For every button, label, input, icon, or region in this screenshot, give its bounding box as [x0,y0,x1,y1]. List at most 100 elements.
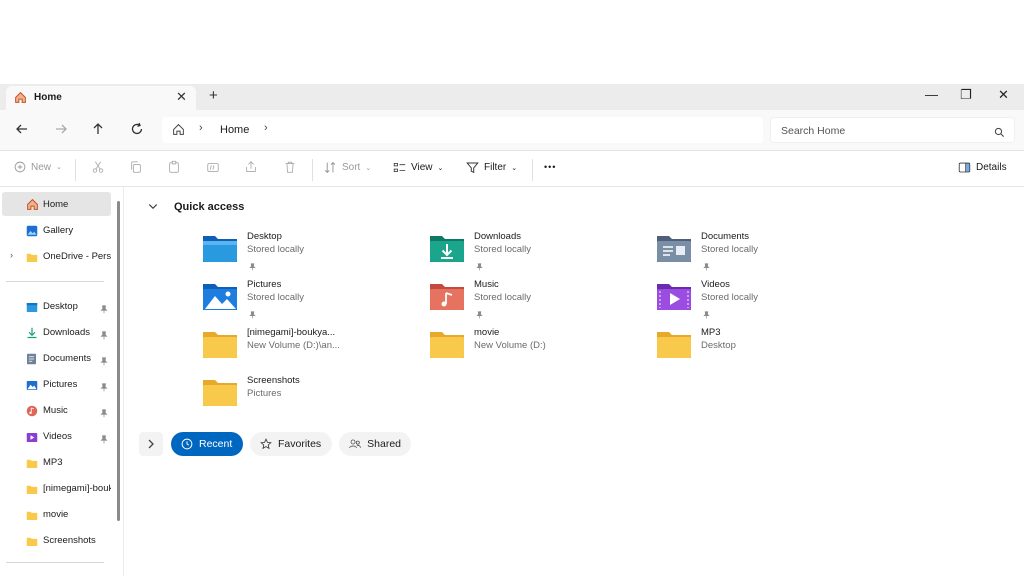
up-arrow-icon[interactable] [90,121,106,137]
documents-folder-icon [657,236,691,262]
quick-access-documents[interactable]: Documents Stored locally [656,229,876,275]
share-icon[interactable] [244,160,258,179]
sidebar-scrollbar[interactable] [117,201,120,521]
search-icon [994,125,1005,143]
sidebar-item-documents[interactable]: Documents [2,346,111,370]
pin-icon [703,258,710,276]
breadcrumb-separator: › [199,122,203,134]
minimize-button[interactable]: — [925,87,938,102]
sort-button[interactable]: Sort ⌄ [324,161,371,174]
view-button[interactable]: View ⌄ [393,161,443,174]
tab-close-icon[interactable]: ✕ [176,90,187,104]
favorites-filter-button[interactable]: Favorites [250,432,332,456]
delete-icon[interactable] [283,160,297,179]
details-pane-icon [958,162,971,173]
restore-button[interactable]: ❐ [960,87,972,103]
quick-access-music[interactable]: Music Stored locally [429,277,649,323]
breadcrumb-home[interactable]: Home [220,124,249,136]
sidebar-item-mp3[interactable]: MP3 [2,450,111,474]
tile-name: Pictures [247,279,282,290]
filter-button[interactable]: Filter ⌄ [466,161,517,174]
sort-label: Sort [342,162,361,173]
pin-icon[interactable] [100,301,108,319]
shared-filter-button[interactable]: Shared [339,432,411,456]
folder-icon [657,332,691,358]
sidebar-item-label: Screenshots [43,535,96,546]
close-window-button[interactable]: ✕ [998,87,1009,103]
back-arrow-icon[interactable] [14,121,30,137]
details-button[interactable]: Details [958,161,1007,174]
cut-icon[interactable] [91,160,105,179]
recent-label: Recent [199,438,233,450]
folder-icon [26,456,38,474]
pictures-icon [26,378,38,396]
tile-subtitle: New Volume (D:)\an... [247,340,340,351]
pin-icon[interactable] [100,327,108,345]
forward-arrow-icon[interactable] [53,121,69,137]
home-icon [14,91,27,109]
more-options-button[interactable]: ••• [544,162,556,172]
quick-access-movie[interactable]: movie New Volume (D:) [429,325,649,371]
quick-access-nimegami[interactable]: [nimegami]-boukya... New Volume (D:)\an.… [202,325,422,371]
sidebar-item-videos[interactable]: Videos [2,424,111,448]
tab-title: Home [34,92,62,103]
music-icon [26,404,38,422]
sidebar-item-home[interactable]: Home [2,192,111,216]
sidebar-item-label: MP3 [43,457,63,468]
sidebar-item-desktop[interactable]: Desktop [2,294,111,318]
shared-label: Shared [367,438,401,450]
copy-icon[interactable] [129,160,143,179]
address-bar[interactable]: › Home › [162,117,763,143]
tile-subtitle: Stored locally [701,244,759,255]
folder-icon [203,332,237,358]
quick-access-downloads[interactable]: Downloads Stored locally [429,229,649,275]
pin-icon[interactable] [100,405,108,423]
quick-access-videos[interactable]: Videos Stored locally [656,277,876,323]
rename-icon[interactable] [206,160,220,179]
quick-access-pictures[interactable]: Pictures Stored locally [202,277,422,323]
quick-access-header[interactable]: Quick access [174,201,244,213]
new-button[interactable]: New ⌄ [14,161,62,173]
pin-icon[interactable] [100,431,108,449]
recent-filter-button[interactable]: Recent [171,432,243,456]
folder-icon [430,332,464,358]
tile-name: Videos [701,279,730,290]
sidebar-item-music[interactable]: Music [2,398,111,422]
tab-home[interactable]: Home ✕ [6,86,196,110]
quick-access-desktop[interactable]: Desktop Stored locally [202,229,422,275]
tile-subtitle: Stored locally [474,292,532,303]
tile-name: Screenshots [247,375,300,386]
videos-folder-icon [657,284,691,310]
pin-icon[interactable] [100,353,108,371]
paste-icon[interactable] [167,160,181,179]
navigation-bar: › Home › Search Home [0,110,1024,150]
sidebar-item-screenshots[interactable]: Screenshots [2,528,111,552]
collapse-chevron-icon[interactable] [147,199,159,217]
breadcrumb-separator-end[interactable]: › [264,122,268,134]
expand-button[interactable] [139,432,163,456]
quick-access-mp3[interactable]: MP3 Desktop [656,325,876,371]
sidebar-item-gallery[interactable]: Gallery [2,218,111,242]
chevron-right-icon [148,439,154,449]
new-tab-button[interactable]: + [209,87,218,104]
tile-subtitle: Stored locally [474,244,532,255]
desktop-folder-icon [203,236,237,262]
quick-access-screenshots[interactable]: Screenshots Pictures [202,373,422,419]
refresh-icon[interactable] [129,121,145,137]
sidebar-item-nimegami[interactable]: [nimegami]-boukyaku [2,476,111,500]
sidebar-item-onedrive[interactable]: OneDrive - Personal [2,244,111,268]
search-input[interactable]: Search Home [781,125,845,137]
sidebar-item-movie[interactable]: movie [2,502,111,526]
tile-subtitle: Desktop [701,340,736,351]
tile-subtitle: Pictures [247,388,282,399]
folder-icon [26,250,38,268]
sidebar-item-label: movie [43,509,69,520]
sidebar-item-downloads[interactable]: Downloads [2,320,111,344]
view-icon [393,163,406,172]
folder-icon [26,508,38,526]
view-label: View [411,162,433,173]
pin-icon[interactable] [100,379,108,397]
sidebar-item-pictures[interactable]: Pictures [2,372,111,396]
search-box[interactable]: Search Home [770,117,1015,143]
pin-icon [476,258,483,276]
